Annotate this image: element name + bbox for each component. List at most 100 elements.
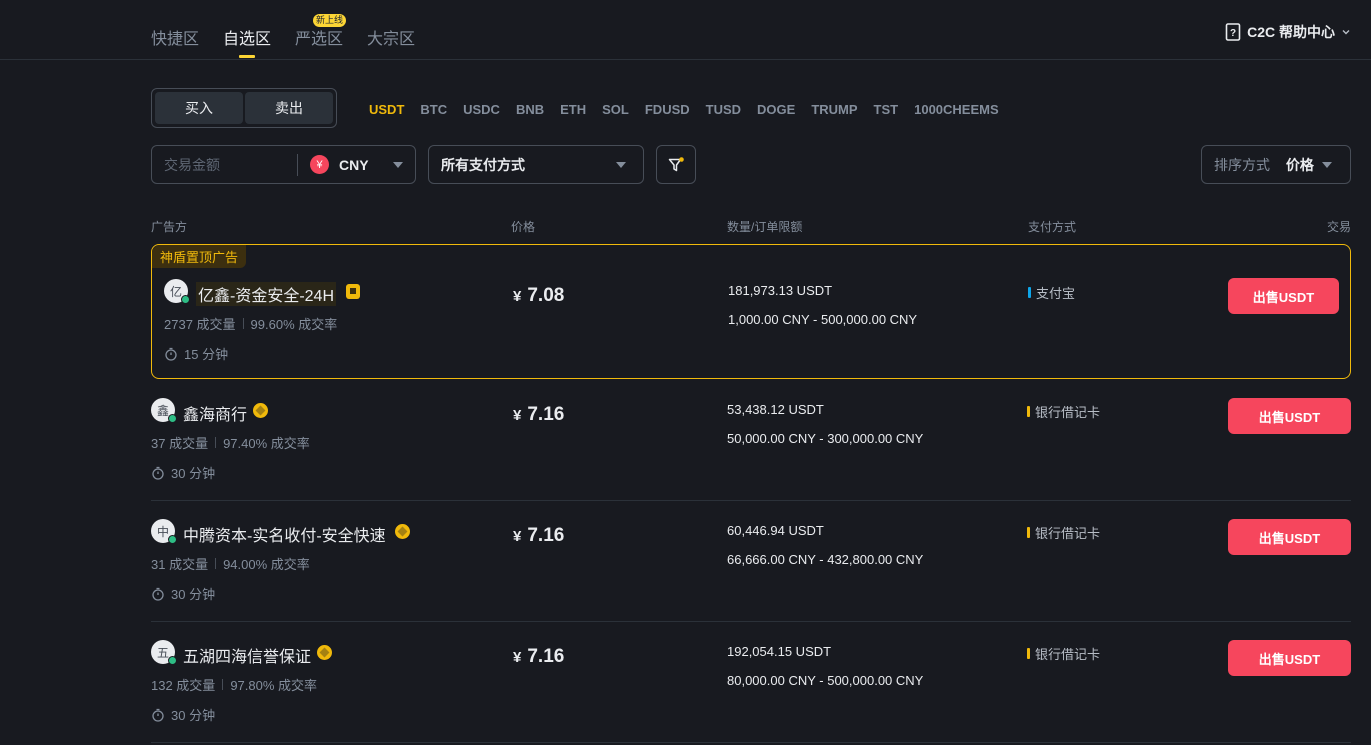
price-value: 7.16 — [527, 646, 565, 667]
sell-button[interactable]: 卖出 — [245, 92, 333, 124]
payment-time: 30 分钟 — [151, 463, 215, 482]
tab-custom[interactable]: 自选区 — [223, 25, 271, 49]
coin-tst[interactable]: TST — [874, 102, 899, 117]
payment-time: 15 分钟 — [164, 344, 228, 363]
filter-icon — [668, 156, 684, 171]
header-trade: 交易 — [1326, 220, 1351, 234]
payment-time-value: 30 分钟 — [171, 708, 216, 723]
available-amount: 53,438.12 USDT — [727, 402, 824, 417]
quantity-limit: 53,438.12 USDT 50,000.00 CNY - 300,000.0… — [727, 395, 923, 453]
advertiser-stats: 31 成交量 94.00% 成交率 — [151, 554, 310, 573]
sell-usdt-button[interactable]: 出售USDT — [1228, 398, 1351, 434]
payment-method-label: 银行借记卡 — [1035, 647, 1101, 662]
top-nav: 快捷区 自选区 严选区 新上线 大宗区 ? C2C 帮助中心 — [0, 0, 1371, 60]
avatar[interactable]: 五 — [151, 640, 177, 665]
coin-fdusd[interactable]: FDUSD — [645, 102, 690, 117]
payment-time-value: 15 分钟 — [184, 347, 229, 362]
coin-sol[interactable]: SOL — [602, 102, 629, 117]
price-value: 7.08 — [527, 285, 565, 306]
sell-usdt-button[interactable]: 出售USDT — [1228, 278, 1339, 314]
coin-trump[interactable]: TRUMP — [811, 102, 857, 117]
advertiser-stats: 132 成交量 97.80% 成交率 — [151, 675, 317, 694]
amount-field[interactable]: 交易金额 ¥ CNY — [151, 145, 416, 184]
advertiser-name[interactable]: 五湖四海信誉保证 — [183, 643, 311, 667]
coin-btc[interactable]: BTC — [420, 102, 447, 117]
shield-badge-icon — [346, 284, 360, 299]
advertiser-name[interactable]: 中腾资本-实名收付-安全快速 — [183, 522, 386, 546]
order-count: 31 成交量 — [151, 557, 209, 572]
coin-1000cheems[interactable]: 1000CHEEMS — [914, 102, 999, 117]
currency-select-value[interactable]: CNY — [339, 157, 369, 173]
ad-price: ¥7.16 — [513, 525, 564, 547]
payment-method: 支付宝 — [1028, 283, 1075, 302]
avatar[interactable]: 鑫 — [151, 398, 177, 423]
chevron-down-icon — [1342, 30, 1350, 35]
new-badge: 新上线 — [313, 14, 347, 27]
verified-badge-icon — [317, 645, 332, 660]
order-count: 132 成交量 — [151, 678, 216, 693]
amount-input[interactable]: 交易金额 — [152, 155, 297, 175]
verified-badge-icon — [253, 403, 268, 418]
tab-selected[interactable]: 严选区 — [295, 25, 343, 49]
online-status-dot — [168, 656, 177, 665]
coin-eth[interactable]: ETH — [560, 102, 586, 117]
coin-tusd[interactable]: TUSD — [706, 102, 741, 117]
header-payment-method: 支付方式 — [1028, 220, 1077, 234]
yen-symbol: ¥ — [513, 649, 522, 666]
avatar-initial: 亿 — [169, 284, 182, 299]
filter-button[interactable] — [656, 145, 696, 184]
help-center-link[interactable]: ? C2C 帮助中心 — [1225, 22, 1351, 42]
tab-bulk[interactable]: 大宗区 — [367, 25, 415, 49]
payment-method-select[interactable]: 所有支付方式 — [428, 145, 644, 184]
payment-method-label: 支付宝 — [1036, 286, 1076, 301]
header-quantity-limit: 数量/订单限额 — [727, 220, 803, 234]
avatar[interactable]: 亿 — [164, 279, 190, 304]
payment-time: 30 分钟 — [151, 584, 215, 603]
svg-text:?: ? — [1230, 28, 1236, 39]
ad-row: 中 中腾资本-实名收付-安全快速 31 成交量 94.00% 成交率 30 分钟… — [151, 501, 1351, 622]
ad-price: ¥7.16 — [513, 646, 564, 668]
sell-usdt-button[interactable]: 出售USDT — [1228, 519, 1351, 555]
advertiser-name[interactable]: 亿鑫-资金安全-24H — [196, 282, 337, 306]
coin-doge[interactable]: DOGE — [757, 102, 795, 117]
completion-rate: 97.40% 成交率 — [223, 436, 310, 451]
completion-rate: 99.60% 成交率 — [250, 317, 338, 332]
coin-usdt[interactable]: USDT — [369, 102, 404, 117]
coin-selector: USDT BTC USDC BNB ETH SOL FDUSD TUSD DOG… — [369, 102, 1015, 117]
online-status-dot — [168, 535, 177, 544]
available-amount: 192,054.15 USDT — [727, 644, 832, 659]
avatar-initial: 中 — [156, 524, 169, 539]
quantity-limit: 60,446.94 USDT 66,666.00 CNY - 432,800.0… — [727, 516, 923, 574]
help-doc-icon: ? — [1225, 23, 1241, 41]
buy-sell-toggle: 买入 卖出 — [151, 88, 337, 128]
coin-usdc[interactable]: USDC — [463, 102, 500, 117]
price-value: 7.16 — [527, 525, 565, 546]
stopwatch-icon — [165, 347, 177, 361]
caret-down-icon — [616, 161, 626, 168]
completion-rate: 94.00% 成交率 — [223, 557, 310, 572]
verified-badge-icon — [395, 524, 410, 539]
payment-method: 银行借记卡 — [1027, 402, 1100, 421]
caret-down-icon[interactable] — [392, 161, 403, 168]
online-status-dot — [181, 295, 190, 304]
payment-method: 银行借记卡 — [1027, 644, 1100, 663]
coin-bnb[interactable]: BNB — [516, 102, 544, 117]
sort-select[interactable]: 排序方式 价格 — [1201, 145, 1351, 184]
sell-usdt-button[interactable]: 出售USDT — [1228, 640, 1351, 676]
completion-rate: 97.80% 成交率 — [230, 678, 318, 693]
yen-symbol: ¥ — [513, 528, 522, 545]
avatar[interactable]: 中 — [151, 519, 177, 544]
advertiser-name[interactable]: 鑫海商行 — [183, 401, 247, 425]
ad-price: ¥7.16 — [513, 404, 564, 426]
buy-button[interactable]: 买入 — [155, 92, 243, 124]
cny-currency-icon: ¥ — [310, 155, 329, 174]
sort-value: 价格 — [1285, 156, 1314, 173]
yen-symbol: ¥ — [513, 407, 522, 424]
stopwatch-icon — [152, 587, 164, 601]
payment-method-value: 所有支付方式 — [441, 156, 525, 173]
sort-label: 排序方式 — [1214, 156, 1270, 173]
caret-down-icon — [1322, 161, 1332, 168]
payment-method-color-bar — [1027, 648, 1030, 659]
tab-quick[interactable]: 快捷区 — [151, 25, 199, 49]
field-divider — [297, 153, 298, 176]
